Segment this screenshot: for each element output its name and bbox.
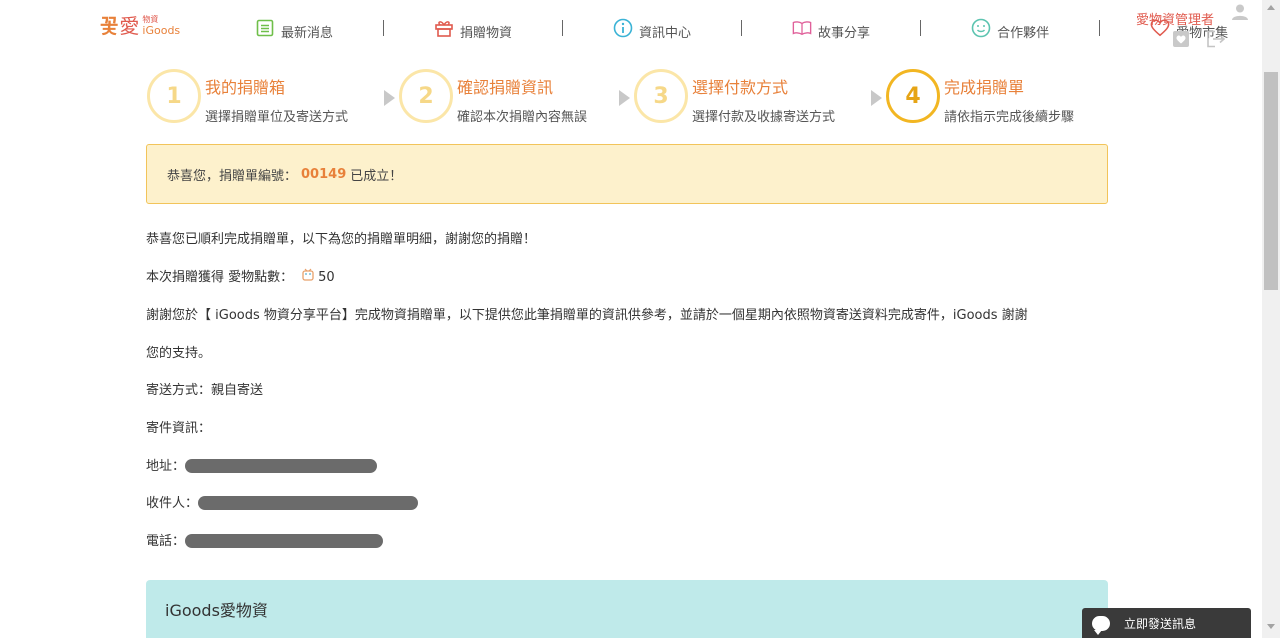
info-icon xyxy=(613,18,633,38)
success-alert: 恭喜您，捐贈單編號： 00149 已成立！ xyxy=(146,144,1108,204)
step-arrow-icon xyxy=(619,90,630,106)
chat-bubble-icon xyxy=(1092,615,1110,635)
step-description: 選擇捐贈單位及寄送方式 xyxy=(205,110,349,125)
site-logo[interactable]: 꽃 愛 物資 iGoods xyxy=(100,10,180,39)
nav-divider xyxy=(383,20,385,36)
step-description: 請依指示完成後續步驟 xyxy=(944,110,1075,125)
list-icon xyxy=(255,18,275,38)
nav-divider xyxy=(1099,20,1101,36)
send-message-button[interactable]: 立即發送訊息 xyxy=(1082,608,1251,638)
address-redacted xyxy=(185,459,378,473)
step-arrow-icon xyxy=(871,90,882,106)
logo-mark: 꽃 xyxy=(100,14,118,38)
page-scrollbar[interactable] xyxy=(1262,0,1280,638)
phone-redacted xyxy=(185,534,384,548)
notice-text-line1: 謝謝您於【 iGoods 物資分享平台】完成物資捐贈單，以下提供您此筆捐贈單的資… xyxy=(146,308,1028,323)
logo-ai: 愛 xyxy=(119,14,140,38)
step-arrow-icon xyxy=(384,90,395,106)
user-name-link[interactable]: 愛物資管理者 xyxy=(1136,9,1214,28)
points-icon xyxy=(301,268,315,282)
logout-icon[interactable] xyxy=(1206,30,1226,48)
nav-item-stories[interactable]: 故事分享 xyxy=(792,14,870,42)
nav-label-news: 最新消息 xyxy=(281,25,334,41)
notice-text-line2: 您的支持。 xyxy=(146,346,212,361)
nav-item-donate[interactable]: 捐贈物資 xyxy=(434,14,512,42)
points-row: 本次捐贈獲得 愛物點數： 50 xyxy=(146,266,335,285)
sender-info-heading: 寄件資訊： xyxy=(146,421,212,436)
thanks-text: 恭喜您已順利完成捐贈單，以下為您的捐贈單明細，謝謝您的捐贈！ xyxy=(146,232,537,247)
recipient-label: 收件人： xyxy=(146,496,199,511)
scroll-thumb[interactable] xyxy=(1264,72,1278,290)
recipient-redacted xyxy=(198,496,419,510)
step-title: 選擇付款方式 xyxy=(692,78,789,97)
nav-divider xyxy=(920,20,922,36)
favorites-icon[interactable] xyxy=(1173,31,1189,47)
success-prefix: 恭喜您，捐贈單編號： xyxy=(167,168,298,184)
step-title: 確認捐贈資訊 xyxy=(457,78,554,97)
step-number: 4 xyxy=(886,69,940,123)
book-icon xyxy=(792,18,812,38)
step-title: 我的捐贈箱 xyxy=(205,78,286,97)
igoods-info-panel: iGoods愛物資 xyxy=(146,580,1108,638)
nav-item-partners[interactable]: 合作夥伴 xyxy=(971,14,1049,42)
logo-brand: iGoods xyxy=(142,23,181,37)
logo-subtext: 物資 iGoods xyxy=(142,14,180,36)
phone-label: 電話： xyxy=(146,534,186,549)
success-suffix: 已成立！ xyxy=(350,168,403,184)
step-number: 2 xyxy=(399,69,453,123)
scroll-down-arrow-icon[interactable] xyxy=(1267,624,1275,629)
step-description: 確認本次捐贈內容無誤 xyxy=(457,110,588,125)
nav-divider xyxy=(741,20,743,36)
donation-number: 00149 xyxy=(301,166,347,182)
gift-icon xyxy=(434,18,454,38)
nav-item-news[interactable]: 最新消息 xyxy=(255,14,333,42)
step-description: 選擇付款及收據寄送方式 xyxy=(692,110,836,125)
chat-label: 立即發送訊息 xyxy=(1124,616,1197,631)
nav-divider xyxy=(562,20,564,36)
address-label: 地址： xyxy=(146,459,186,474)
nav-item-info[interactable]: 資訊中心 xyxy=(613,14,691,42)
checkout-steps: 1 我的捐贈箱 選擇捐贈單位及寄送方式 2 確認捐贈資訊 確認本次捐贈內容無誤 … xyxy=(147,68,1107,128)
address-row: 地址： xyxy=(146,455,378,474)
phone-row: 電話： xyxy=(146,530,384,549)
panel-title: iGoods愛物資 xyxy=(165,601,268,620)
recipient-row: 收件人： xyxy=(146,492,419,511)
user-avatar-icon[interactable] xyxy=(1231,3,1249,21)
nav-label-stories: 故事分享 xyxy=(818,25,871,41)
scroll-up-arrow-icon[interactable] xyxy=(1267,5,1275,10)
main-nav: 最新消息 捐贈物資 資訊中心 故事分享 合作夥伴 愛物市集 xyxy=(255,14,1228,42)
logo-sub-top: 物資 xyxy=(142,14,159,24)
delivery-method: 寄送方式：親自寄送 xyxy=(146,383,264,398)
nav-label-partners: 合作夥伴 xyxy=(997,25,1050,41)
step-number: 1 xyxy=(147,69,201,123)
points-label: 本次捐贈獲得 愛物點數： xyxy=(146,270,294,285)
step-title: 完成捐贈單 xyxy=(944,78,1025,97)
nav-label-donate: 捐贈物資 xyxy=(460,25,513,41)
nav-label-info: 資訊中心 xyxy=(639,25,692,41)
points-value: 50 xyxy=(318,270,335,285)
smile-icon xyxy=(971,18,991,38)
site-header: 꽃 愛 物資 iGoods 最新消息 捐贈物資 資訊中心 故事分享 合作夥伴 愛… xyxy=(0,0,1262,58)
step-number: 3 xyxy=(634,69,688,123)
